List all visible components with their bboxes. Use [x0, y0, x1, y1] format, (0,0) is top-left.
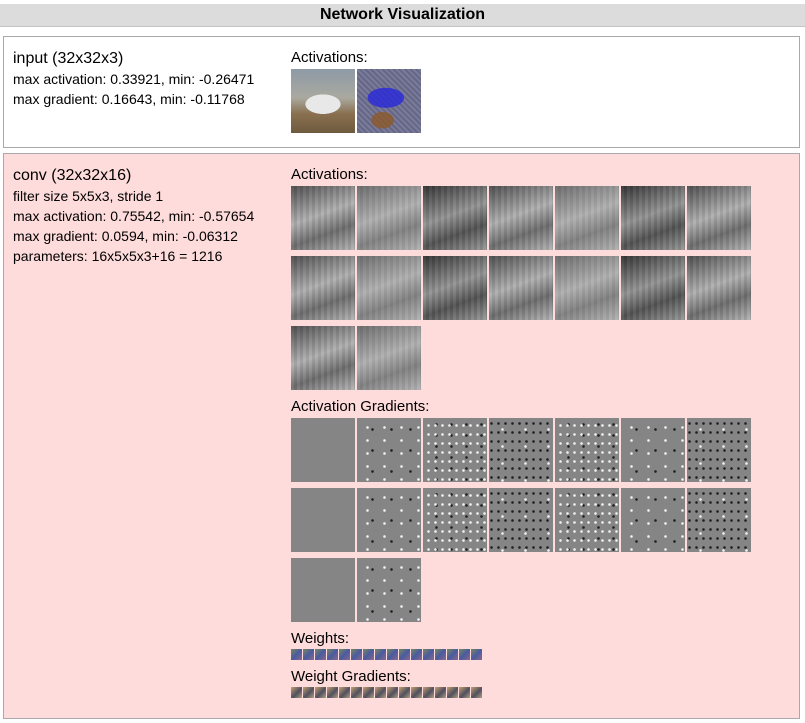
activation-map-thumbnail — [555, 186, 619, 250]
weight-gradient-thumbnail — [447, 687, 458, 698]
activation-map-thumbnail — [621, 256, 685, 320]
activation-map-thumbnail — [291, 186, 355, 250]
weight-gradient-thumbnail — [399, 687, 410, 698]
weight-gradient-thumbnail — [291, 687, 302, 698]
weight-filter-thumbnail — [471, 649, 482, 660]
activation-gradient-thumbnail — [555, 418, 619, 482]
activation-gradient-thumbnail — [489, 488, 553, 552]
activation-map-thumbnail — [423, 186, 487, 250]
activation-map-thumbnail — [357, 326, 421, 390]
activation-gradient-thumbnail — [291, 558, 355, 622]
conv-visualization: Activations: Activation Gradients: Weigh… — [291, 166, 791, 698]
weight-filter-thumbnail — [375, 649, 386, 660]
input-max-activation: max activation: 0.33921, min: -0.26471 — [13, 71, 255, 87]
conv-max-gradient: max gradient: 0.0594, min: -0.06312 — [13, 228, 238, 244]
weight-filter-thumbnail — [387, 649, 398, 660]
activation-gradient-thumbnail — [489, 418, 553, 482]
conv-weight-gradients-row — [291, 687, 791, 698]
activation-gradient-thumbnail — [423, 418, 487, 482]
activation-gradient-thumbnail — [423, 488, 487, 552]
activation-map-thumbnail — [621, 186, 685, 250]
activation-map-thumbnail — [489, 256, 553, 320]
activation-gradient-thumbnail — [357, 488, 421, 552]
weight-filter-thumbnail — [327, 649, 338, 660]
weight-filter-thumbnail — [363, 649, 374, 660]
activation-gradient-thumbnail — [621, 418, 685, 482]
activation-gradient-thumbnail — [357, 418, 421, 482]
input-activations-label: Activations: — [291, 49, 368, 66]
weight-filter-thumbnail — [339, 649, 350, 660]
activation-gradient-thumbnail — [687, 418, 751, 482]
weight-filter-thumbnail — [423, 649, 434, 660]
conv-filter-size: filter size 5x5x3, stride 1 — [13, 188, 164, 204]
activation-map-thumbnail — [687, 256, 751, 320]
weight-filter-thumbnail — [435, 649, 446, 660]
activation-map-thumbnail — [291, 326, 355, 390]
activation-map-thumbnail — [357, 256, 421, 320]
activation-gradient-thumbnail — [291, 418, 355, 482]
conv-layer-info: conv (32x32x16) filter size 5x5x3, strid… — [13, 166, 293, 266]
weight-filter-thumbnail — [351, 649, 362, 660]
conv-activation-gradient-grid — [291, 418, 761, 628]
activation-gradient-thumbnail — [291, 488, 355, 552]
weight-gradient-thumbnail — [315, 687, 326, 698]
input-layer-title: input (32x32x3) — [13, 50, 124, 67]
activation-gradient-thumbnail — [621, 488, 685, 552]
conv-weights-row — [291, 649, 791, 660]
conv-activation-grid — [291, 186, 761, 396]
weight-gradient-thumbnail — [303, 687, 314, 698]
conv-activations-label: Activations: — [291, 166, 368, 183]
weight-gradient-thumbnail — [351, 687, 362, 698]
weight-filter-thumbnail — [411, 649, 422, 660]
weight-gradient-thumbnail — [327, 687, 338, 698]
activation-gradient-thumbnail — [357, 558, 421, 622]
weight-filter-thumbnail — [399, 649, 410, 660]
conv-weights-label: Weights: — [291, 630, 350, 647]
activation-map-thumbnail — [555, 256, 619, 320]
weight-gradient-thumbnail — [387, 687, 398, 698]
weight-gradient-thumbnail — [411, 687, 422, 698]
activation-map-thumbnail — [357, 186, 421, 250]
activation-map-thumbnail — [291, 256, 355, 320]
input-image-thumbnail — [291, 69, 355, 133]
weight-gradient-thumbnail — [459, 687, 470, 698]
conv-activation-gradients-label: Activation Gradients: — [291, 398, 430, 415]
conv-parameters: parameters: 16x5x5x3+16 = 1216 — [13, 248, 223, 264]
input-gradient-thumbnail — [357, 69, 421, 133]
input-max-gradient: max gradient: 0.16643, min: -0.11768 — [13, 91, 245, 107]
weight-filter-thumbnail — [303, 649, 314, 660]
page-header: Network Visualization — [0, 4, 805, 27]
activation-map-thumbnail — [423, 256, 487, 320]
weight-filter-thumbnail — [447, 649, 458, 660]
weight-filter-thumbnail — [291, 649, 302, 660]
weight-gradient-thumbnail — [423, 687, 434, 698]
input-visualization: Activations: — [291, 49, 791, 139]
weight-gradient-thumbnail — [435, 687, 446, 698]
weight-filter-thumbnail — [315, 649, 326, 660]
activation-gradient-thumbnail — [555, 488, 619, 552]
input-layer-info: input (32x32x3) max activation: 0.33921,… — [13, 49, 293, 109]
input-activation-grid — [291, 69, 761, 139]
weight-gradient-thumbnail — [375, 687, 386, 698]
conv-layer-panel: conv (32x32x16) filter size 5x5x3, strid… — [3, 153, 800, 719]
activation-gradient-thumbnail — [687, 488, 751, 552]
weight-gradient-thumbnail — [471, 687, 482, 698]
weight-gradient-thumbnail — [339, 687, 350, 698]
conv-weight-gradients-label: Weight Gradients: — [291, 668, 411, 685]
activation-map-thumbnail — [687, 186, 751, 250]
conv-max-activation: max activation: 0.75542, min: -0.57654 — [13, 208, 255, 224]
activation-map-thumbnail — [489, 186, 553, 250]
input-layer-panel: input (32x32x3) max activation: 0.33921,… — [3, 36, 800, 148]
page-title: Network Visualization — [319, 6, 486, 23]
conv-layer-title: conv (32x32x16) — [13, 167, 132, 184]
weight-gradient-thumbnail — [363, 687, 374, 698]
weight-filter-thumbnail — [459, 649, 470, 660]
